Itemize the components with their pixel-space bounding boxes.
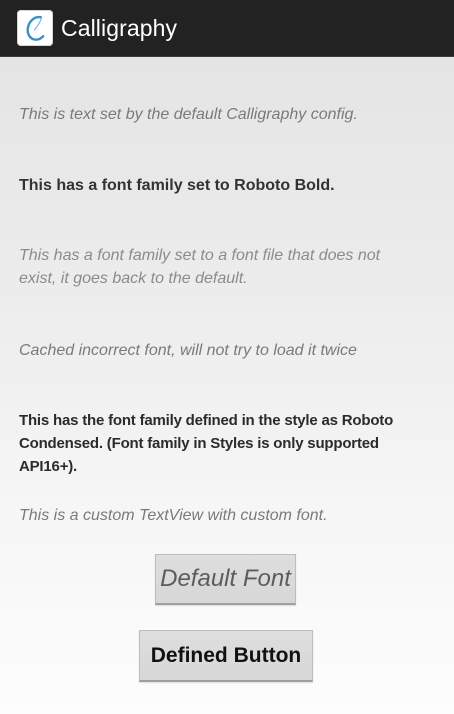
calligraphy-c-icon [17, 10, 53, 46]
content-area: This is text set by the default Calligra… [0, 57, 454, 714]
custom-textview-text: This is a custom TextView with custom fo… [19, 507, 328, 524]
cached-font-text: Cached incorrect font, will not try to l… [19, 342, 357, 359]
default-config-text: This is text set by the default Calligra… [19, 106, 358, 123]
missing-font-text: This has a font family set to a font fil… [19, 247, 381, 287]
style-font-text: This has the font family defined in the … [19, 412, 394, 475]
app-title: Calligraphy [61, 15, 178, 41]
roboto-bold-text: This has a font family set to Roboto Bol… [19, 177, 335, 194]
app-screen: Calligraphy This is text set by the defa… [0, 0, 454, 714]
default-font-button[interactable]: Default Font [155, 554, 296, 605]
action-bar: Calligraphy [0, 0, 454, 57]
defined-button[interactable]: Defined Button [139, 630, 313, 682]
